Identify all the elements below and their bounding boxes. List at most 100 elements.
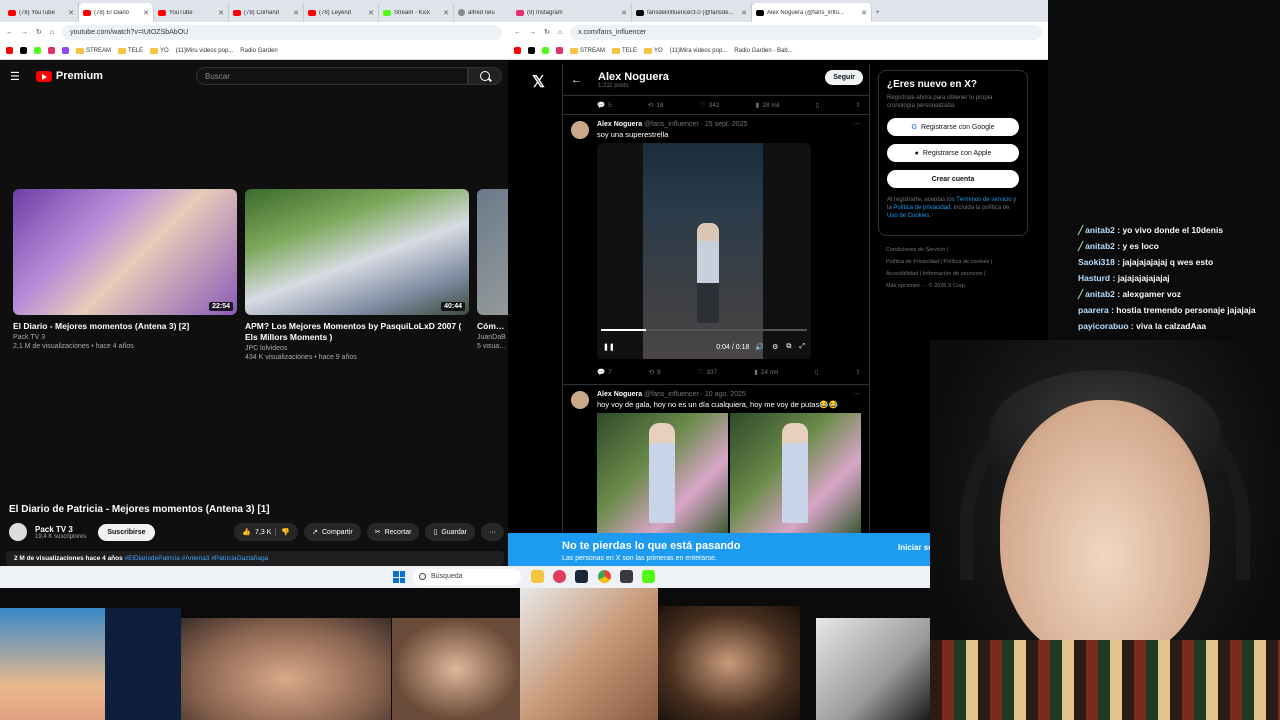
file-explorer-icon[interactable] [531, 570, 544, 583]
bookmark-yo[interactable]: YO [150, 48, 169, 54]
instagram-icon[interactable] [556, 47, 563, 54]
video-thumbnail[interactable]: 40:44 [245, 189, 469, 315]
more-icon[interactable]: ··· [853, 389, 861, 398]
tab-comand[interactable]: (78) Comand ✕ [229, 3, 304, 22]
bookmark-tele[interactable]: TELE [118, 48, 143, 54]
chat-username[interactable]: Hasturd [1078, 273, 1110, 283]
bookmark-radio-garden[interactable]: Radio Garden - Bab... [734, 48, 792, 54]
footer-link[interactable]: Condiciones de Servicio [886, 247, 945, 253]
home-icon[interactable]: ⌂ [558, 29, 562, 36]
tab-kick-stream[interactable]: Stream - Kick ✕ [379, 3, 454, 22]
chat-username[interactable]: payicorabuo [1078, 321, 1129, 331]
dislike-icon[interactable]: 👎 [275, 528, 290, 536]
video-thumbnail[interactable] [477, 189, 508, 315]
google-signup-button[interactable]: G Registrarse con Google [887, 118, 1019, 136]
share-button[interactable]: ↗ Compartir [304, 523, 361, 541]
hashtags[interactable]: #ElDiariodePatricia #Antena3 #PatriciaGa… [125, 555, 269, 562]
avatar[interactable] [9, 523, 27, 541]
youtube-icon[interactable] [514, 47, 521, 54]
video-description[interactable]: 2 M de visualizaciones hace 4 años #ElDi… [6, 551, 504, 566]
author-name[interactable]: Alex Noguera [597, 121, 642, 128]
url-field[interactable]: youtube.com/watch?v=IUtOZSbAbOU [62, 24, 502, 40]
privacy-link[interactable]: Política de privacidad [893, 205, 950, 211]
fullscreen-icon[interactable]: ⤢ [799, 343, 805, 351]
bookmark-tele[interactable]: TELE [612, 48, 637, 54]
more-icon[interactable]: ··· [853, 119, 861, 128]
youtube-premium-logo[interactable]: Premium [35, 70, 103, 82]
footer-link[interactable]: Política de cookies [943, 259, 989, 265]
close-icon[interactable]: ✕ [368, 9, 374, 17]
close-icon[interactable]: ✕ [621, 9, 627, 17]
tab-youtube-1[interactable]: (78) YouTube ✕ [4, 3, 79, 22]
home-icon[interactable]: ⌂ [50, 29, 54, 36]
bookmark-radio-garden[interactable]: Radio Garden [240, 48, 277, 54]
bookmark-videos[interactable]: (11)Miru videos pop... [176, 48, 234, 54]
back-arrow-icon[interactable]: ← [571, 74, 582, 86]
clip-button[interactable]: ✂ Recortar [366, 523, 420, 541]
end-card-video[interactable]: 22:54 El Diario - Mejores momentos (Ante… [13, 189, 237, 350]
bookmark-icon[interactable]: ▯ [816, 101, 820, 109]
reply-button[interactable]: 💬 7 [597, 368, 612, 377]
chat-username[interactable]: paarera [1078, 305, 1109, 315]
instagram-icon[interactable] [48, 47, 55, 54]
close-icon[interactable]: ✕ [218, 9, 224, 17]
taskbar-search[interactable]: Búsqueda [413, 569, 521, 585]
views-button[interactable]: ▮ 28 mil [756, 101, 780, 110]
bookmark-yo[interactable]: YO [644, 48, 663, 54]
save-button[interactable]: ▯ Guardar [425, 523, 475, 541]
chat-username[interactable]: Saoki318 [1078, 257, 1115, 267]
new-tab-button[interactable]: + [872, 3, 892, 22]
like-button[interactable]: 👍 7,3 K 👎 [234, 523, 299, 541]
author-handle[interactable]: @fans_influencer · 10 ago. 2025 [644, 391, 746, 398]
close-icon[interactable]: ✕ [741, 9, 747, 17]
url-field[interactable]: x.com/fans_influencer [570, 24, 1042, 40]
follow-button[interactable]: Seguir [825, 70, 863, 85]
reload-icon[interactable]: ↻ [544, 28, 550, 36]
media-icon[interactable] [553, 570, 566, 583]
cookies-link[interactable]: Uso de Cookies [887, 213, 929, 219]
kick-icon[interactable] [542, 47, 549, 54]
footer-link[interactable]: Accesibilidad [886, 271, 918, 277]
more-icon[interactable]: ··· [481, 523, 504, 541]
search-button[interactable] [468, 67, 502, 85]
footer-link[interactable]: Más opciones ··· [886, 283, 927, 289]
search-input[interactable]: Buscar [196, 67, 468, 85]
create-account-button[interactable]: Crear cuenta [887, 170, 1019, 188]
like-button[interactable]: ♡ 342 [700, 101, 720, 110]
close-icon[interactable]: ✕ [143, 9, 149, 17]
apple-signup-button[interactable]: ● Registrarse con Apple [887, 144, 1019, 162]
volume-icon[interactable]: 🔊 [755, 343, 764, 351]
tweet[interactable]: Alex Noguera @fans_influencer · 15 sept.… [563, 114, 869, 384]
tweet[interactable]: Alex Noguera @fans_influencer · 10 ago. … [563, 384, 869, 533]
close-icon[interactable]: ✕ [293, 9, 299, 17]
video-progress-bar[interactable] [601, 329, 807, 331]
chat-username[interactable]: anitab2 [1085, 225, 1115, 235]
channel-name[interactable]: Pack TV 3 [13, 334, 237, 341]
tweet-photos[interactable] [597, 413, 861, 533]
steam-icon[interactable] [575, 570, 588, 583]
end-card-video[interactable]: 40:44 APM? Los Mejores Momentos by Pasqu… [245, 189, 469, 361]
footer-link[interactable]: Política de Privacidad [886, 259, 939, 265]
like-button[interactable]: ♡ 337 [698, 368, 718, 377]
close-icon[interactable]: ✕ [443, 9, 449, 17]
kick-icon[interactable] [34, 47, 41, 54]
chrome-icon[interactable] [598, 570, 611, 583]
settings-icon[interactable]: ⚙ [772, 343, 778, 351]
tiktok-icon[interactable] [20, 47, 27, 54]
bookmark-icon[interactable]: ▯ [815, 368, 819, 376]
reload-icon[interactable]: ↻ [36, 28, 42, 36]
tab-instagram[interactable]: (9) Instagram ✕ [512, 3, 632, 22]
twitch-icon[interactable] [62, 47, 69, 54]
tab-alfred[interactable]: alfred neu [454, 3, 508, 22]
video-thumbnail[interactable]: 22:54 [13, 189, 237, 315]
back-icon[interactable]: ← [6, 29, 13, 36]
pip-icon[interactable]: ⧉ [786, 343, 791, 351]
bookmark-stream[interactable]: STREAM [570, 48, 605, 54]
repost-button[interactable]: ⟲ 18 [648, 101, 664, 110]
tab-fansdelinfluencer[interactable]: fansdelinfluencer3.0 (@fansde... ✕ [632, 3, 752, 22]
end-card-video[interactable]: Cómo h Barriga JuanDaB 5 visualiza [477, 189, 508, 350]
photo[interactable] [597, 413, 728, 533]
views-button[interactable]: ▮ 24 mil [754, 368, 778, 377]
tab-youtube-2[interactable]: YouTube ✕ [154, 3, 229, 22]
footer-link[interactable]: Información de anuncios [923, 271, 983, 277]
